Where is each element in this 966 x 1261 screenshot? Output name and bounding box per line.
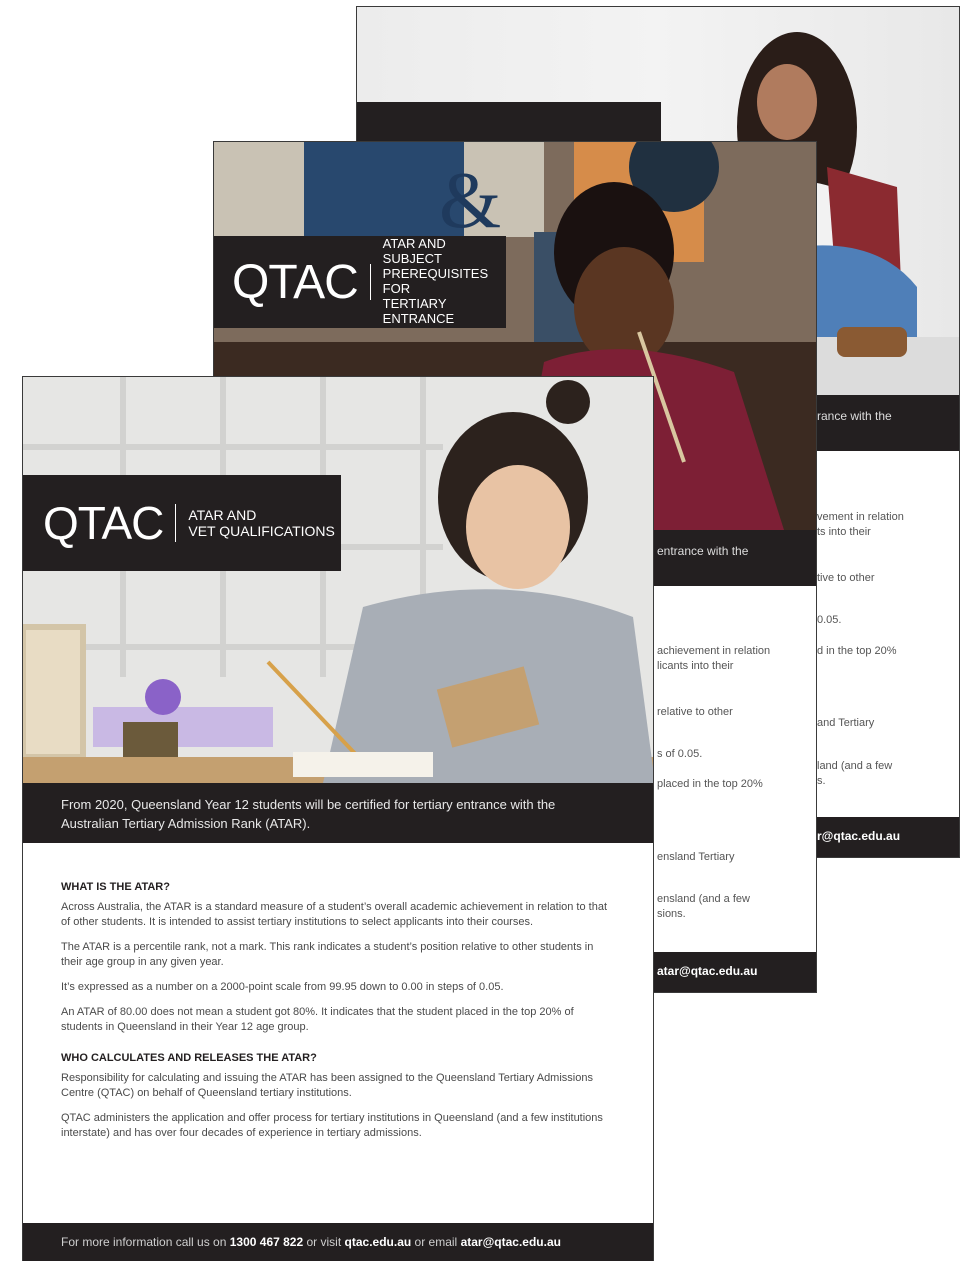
back-fragment: vement in relation bbox=[817, 511, 904, 523]
footer-contact: For more information call us on 1300 467… bbox=[61, 1235, 561, 1249]
back-fragment: s. bbox=[817, 775, 826, 787]
middle-fragment: ensland (and a few bbox=[657, 893, 750, 905]
paragraph: An ATAR of 80.00 does not mean a student… bbox=[61, 1006, 574, 1033]
middle-fragment: licants into their bbox=[657, 660, 734, 672]
back-fragment: and Tertiary bbox=[817, 717, 875, 729]
paragraph: The ATAR is a percentile rank, not a mar… bbox=[61, 941, 594, 968]
footer-phone-link[interactable]: 1300 467 822 bbox=[230, 1235, 303, 1249]
middle-fragment: achievement in relation bbox=[657, 645, 771, 657]
title-line: PREREQUISITES FOR bbox=[382, 266, 489, 296]
footer-mid: or email bbox=[414, 1235, 458, 1249]
logo-divider bbox=[369, 264, 371, 300]
flyer-front-title: ATAR AND VET QUALIFICATIONS bbox=[188, 507, 335, 539]
middle-fragment: ensland Tertiary bbox=[657, 851, 735, 863]
flyer-front: QTAC ATAR AND VET QUALIFICATIONS From 20… bbox=[22, 376, 654, 1261]
flyer-middle-logo: QTAC ATAR AND SUBJECT PREREQUISITES FOR … bbox=[214, 236, 506, 328]
footer-prefix: For more information call us on bbox=[61, 1235, 227, 1249]
flyer-middle-band-text: entrance with the bbox=[657, 544, 749, 558]
qtac-logo-wordmark: QTAC bbox=[232, 255, 359, 309]
svg-text:&: & bbox=[439, 157, 501, 245]
back-fragment: land (and a few bbox=[817, 760, 893, 772]
middle-fragment: relative to other bbox=[657, 706, 733, 718]
intro-text: From 2020, Queensland Year 12 students w… bbox=[61, 797, 556, 831]
title-line: ATAR AND SUBJECT bbox=[382, 236, 446, 267]
middle-footer-email: atar@qtac.edu.au bbox=[657, 964, 758, 978]
middle-fragment: s of 0.05. bbox=[657, 748, 703, 760]
section-heading: WHO CALCULATES AND RELEASES THE ATAR? bbox=[61, 1052, 317, 1064]
flyer-front-logo: QTAC ATAR AND VET QUALIFICATIONS bbox=[23, 475, 341, 571]
title-line: ATAR AND bbox=[188, 506, 257, 523]
title-line: VET QUALIFICATIONS bbox=[188, 523, 335, 539]
flyer-front-footer: For more information call us on 1300 467… bbox=[23, 1223, 653, 1261]
flyer-front-body: WHAT IS THE ATAR? Across Australia, the … bbox=[61, 880, 613, 1151]
qtac-logo-wordmark: QTAC bbox=[43, 497, 164, 549]
paragraph: Across Australia, the ATAR is a standard… bbox=[61, 901, 608, 928]
footer-email-link[interactable]: atar@qtac.edu.au bbox=[461, 1235, 561, 1249]
paragraph: It’s expressed as a number on a 2000-poi… bbox=[61, 981, 504, 993]
flyer-front-intro-band: From 2020, Queensland Year 12 students w… bbox=[23, 783, 653, 843]
flyer-front-photo bbox=[23, 377, 653, 783]
back-fragment: ts into their bbox=[817, 526, 871, 538]
paragraph: QTAC administers the application and off… bbox=[61, 1112, 603, 1139]
flyer-middle-title: ATAR AND SUBJECT PREREQUISITES FOR TERTI… bbox=[382, 236, 506, 327]
middle-fragment: placed in the top 20% bbox=[657, 778, 763, 790]
middle-fragment: sions. bbox=[657, 908, 686, 920]
back-fragment: d in the top 20% bbox=[817, 645, 897, 657]
paragraph: Responsibility for calculating and issui… bbox=[61, 1072, 593, 1099]
footer-mid: or visit bbox=[306, 1235, 342, 1249]
back-fragment: tive to other bbox=[817, 572, 875, 584]
section-heading: WHAT IS THE ATAR? bbox=[61, 881, 170, 893]
back-fragment: 0.05. bbox=[817, 614, 842, 626]
logo-divider bbox=[175, 504, 177, 542]
footer-website-link[interactable]: qtac.edu.au bbox=[345, 1235, 412, 1249]
flyer-back-band-text: rance with the bbox=[817, 409, 892, 423]
back-footer-email: r@qtac.edu.au bbox=[817, 829, 901, 843]
title-line: TERTIARY ENTRANCE bbox=[382, 295, 455, 326]
